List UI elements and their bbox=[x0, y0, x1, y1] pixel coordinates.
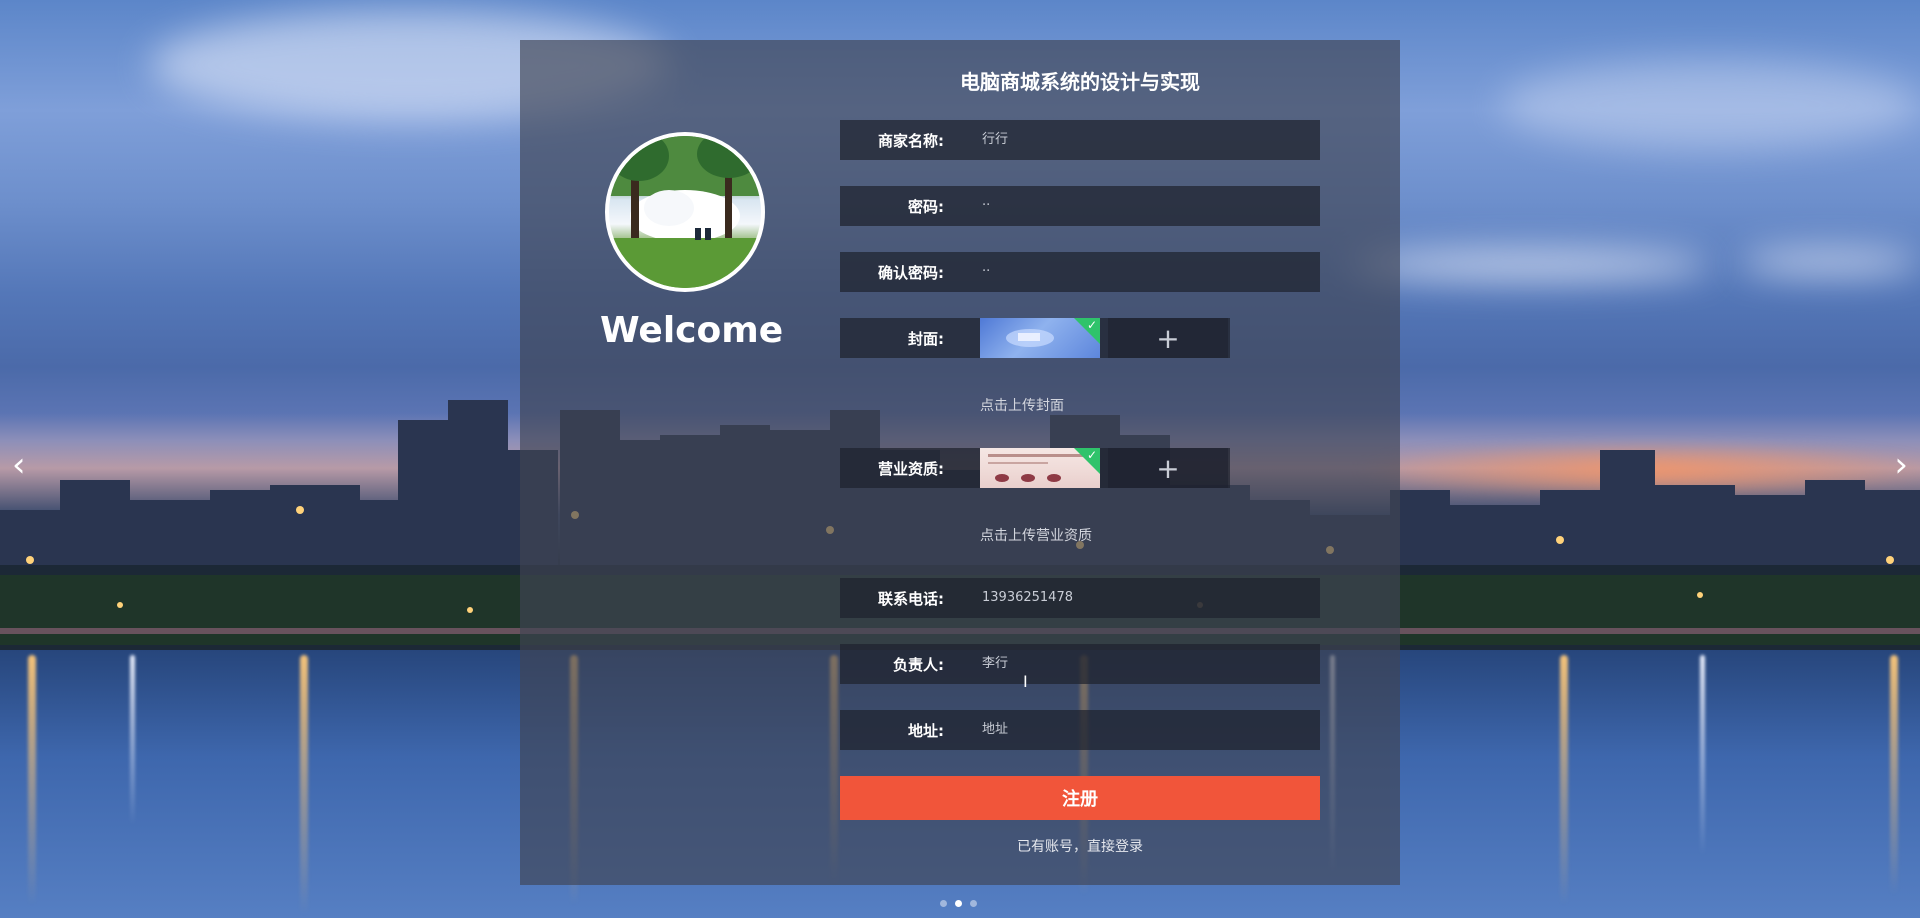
phone-label: 联系电话: bbox=[878, 589, 944, 608]
welcome-text: Welcome bbox=[600, 310, 784, 351]
cloud bbox=[1740, 250, 1920, 274]
light-reflection bbox=[130, 655, 135, 825]
confirm-password-row: 确认密码: ·· bbox=[840, 252, 1320, 292]
register-button[interactable]: 注册 bbox=[840, 776, 1320, 820]
avatar-illustration bbox=[609, 136, 761, 288]
text-cursor-icon: I bbox=[1023, 672, 1028, 691]
contact-label: 负责人: bbox=[893, 655, 944, 674]
license-thumbnail[interactable]: ✓ bbox=[980, 448, 1100, 488]
register-panel: Welcome 电脑商城系统的设计与实现 商家名称: 行行 密码: ·· 确认密… bbox=[520, 40, 1400, 885]
password-input[interactable]: ·· bbox=[952, 186, 1320, 226]
avatar bbox=[605, 132, 765, 292]
merchant-name-label: 商家名称: bbox=[878, 131, 944, 150]
license-label: 营业资质: bbox=[878, 459, 944, 478]
light-reflection bbox=[1890, 655, 1898, 895]
cover-add-button[interactable]: + bbox=[1108, 318, 1228, 358]
carousel-dot[interactable] bbox=[970, 900, 977, 907]
license-add-button[interactable]: + bbox=[1108, 448, 1228, 488]
cloud bbox=[1350, 250, 1710, 280]
license-upload-row: 营业资质: ✓ + bbox=[840, 448, 1230, 488]
confirm-password-input[interactable]: ·· bbox=[952, 252, 1320, 292]
phone-row: 联系电话: 13936251478 bbox=[840, 578, 1320, 618]
license-upload-hint[interactable]: 点击上传营业资质 bbox=[980, 525, 1180, 545]
password-label: 密码: bbox=[908, 197, 944, 216]
light-reflection bbox=[28, 655, 36, 905]
carousel-dot-active[interactable] bbox=[955, 900, 962, 907]
cover-upload-hint[interactable]: 点击上传封面 bbox=[980, 395, 1180, 415]
cloud bbox=[1500, 60, 1920, 150]
login-background: ‹ › Welcome 电脑商城系统的设计与实现 商家名称: 行行 密码: ··… bbox=[0, 0, 1920, 918]
light-reflection bbox=[300, 655, 308, 915]
contact-row: 负责人: 李行 bbox=[840, 644, 1320, 684]
check-icon: ✓ bbox=[1086, 318, 1097, 332]
merchant-name-row: 商家名称: 行行 bbox=[840, 120, 1320, 160]
page-title: 电脑商城系统的设计与实现 bbox=[960, 70, 1200, 94]
cover-thumbnail[interactable]: ✓ bbox=[980, 318, 1100, 358]
address-row: 地址: 地址 bbox=[840, 710, 1320, 750]
merchant-name-input[interactable]: 行行 bbox=[952, 120, 1320, 160]
light-reflection bbox=[1700, 655, 1705, 855]
contact-input[interactable]: 李行 bbox=[952, 644, 1320, 684]
carousel-dot[interactable] bbox=[940, 900, 947, 907]
address-input[interactable]: 地址 bbox=[952, 710, 1320, 750]
address-label: 地址: bbox=[908, 721, 944, 740]
cover-label: 封面: bbox=[908, 329, 944, 348]
cover-upload-row: 封面: ✓ + bbox=[840, 318, 1230, 358]
light-reflection bbox=[1560, 655, 1568, 905]
login-link[interactable]: 已有账号，直接登录 bbox=[840, 836, 1320, 856]
carousel-prev-icon[interactable]: ‹ bbox=[12, 448, 26, 482]
confirm-password-label: 确认密码: bbox=[878, 263, 944, 282]
password-row: 密码: ·· bbox=[840, 186, 1320, 226]
carousel-indicators bbox=[940, 900, 977, 907]
carousel-next-icon[interactable]: › bbox=[1894, 448, 1908, 482]
check-icon: ✓ bbox=[1086, 448, 1097, 462]
phone-input[interactable]: 13936251478 bbox=[952, 578, 1320, 618]
